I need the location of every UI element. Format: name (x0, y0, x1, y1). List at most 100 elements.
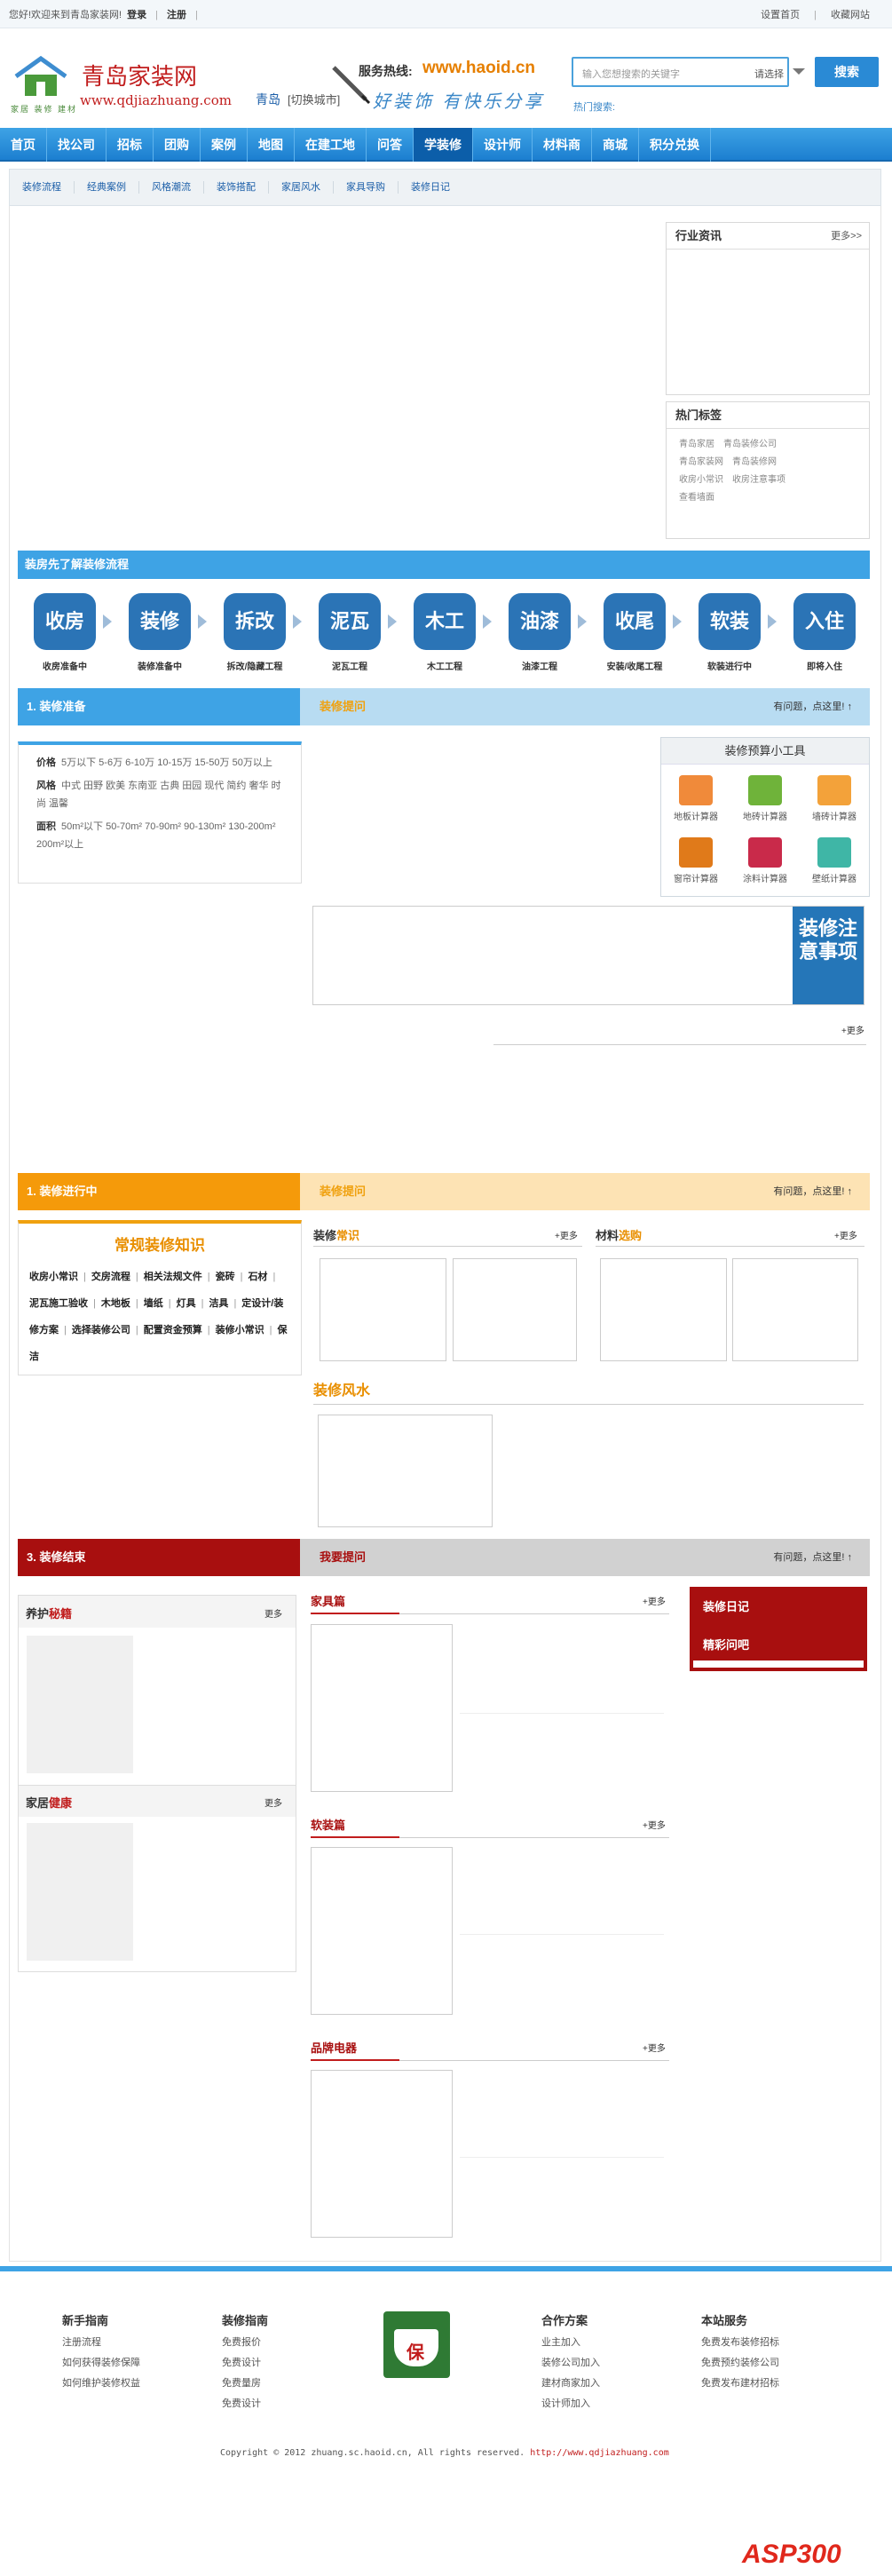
knowledge-link[interactable]: 灯具 (177, 1298, 196, 1309)
wall-tile-calculator[interactable]: 墙砖计算器 (803, 775, 865, 822)
nav-item[interactable]: 积分兑换 (639, 128, 711, 162)
knowledge-link[interactable]: 泥瓦施工验收 (29, 1298, 88, 1309)
set-home-link[interactable]: 设置首页 (761, 10, 800, 20)
knowledge-link[interactable]: 相关法规文件 (144, 1272, 202, 1282)
nav-item-active[interactable]: 学装修 (414, 128, 473, 162)
process-step-button[interactable]: 收尾 (604, 593, 666, 650)
knowledge-link[interactable]: 石材 (248, 1272, 267, 1282)
footer-link[interactable]: 建材商家加入 (541, 2374, 600, 2394)
process-step-button[interactable]: 装修 (129, 593, 191, 650)
footer-link[interactable]: 注册流程 (62, 2333, 140, 2353)
logo-title[interactable]: 青岛家装网 (82, 59, 197, 91)
tile-calculator[interactable]: 地砖计算器 (734, 775, 796, 822)
search-button[interactable]: 搜索 (815, 57, 879, 87)
ask-link-text[interactable]: 有问题，点这里! (773, 701, 844, 712)
nav-item[interactable]: 首页 (0, 128, 47, 162)
footer-link[interactable]: 免费设计 (222, 2394, 268, 2414)
knowledge-link[interactable]: 墙纸 (144, 1298, 163, 1309)
nav-item[interactable]: 问答 (367, 128, 414, 162)
subnav-item[interactable]: 装饰搭配 (204, 181, 269, 194)
nav-item[interactable]: 商城 (592, 128, 639, 162)
tag-link[interactable]: 青岛家装网 (679, 457, 723, 467)
footer-link[interactable]: 免费设计 (222, 2353, 268, 2374)
search-input[interactable]: 输入您想搜索的关键字 (582, 67, 680, 81)
nav-item[interactable]: 地图 (248, 128, 295, 162)
section3-ask-link[interactable]: 有问题，点这里! ↑ (773, 1539, 852, 1576)
nav-item[interactable]: 在建工地 (295, 128, 367, 162)
site-link[interactable]: http://www.qdjiazhuang.com (530, 2448, 669, 2458)
image-placeholder[interactable] (732, 1258, 858, 1361)
section1-ask-link[interactable]: 有问题，点这里! ↑ (773, 688, 852, 725)
footer-link[interactable]: 免费发布装修招标 (701, 2333, 779, 2353)
common-more-link[interactable]: +更多 (555, 1228, 578, 1241)
chevron-down-icon[interactable] (793, 68, 805, 75)
image-placeholder[interactable] (453, 1258, 577, 1361)
tag-link[interactable]: 查看墙面 (679, 493, 714, 503)
footer-link[interactable]: 免费报价 (222, 2333, 268, 2353)
area-options[interactable]: 50m²以下 50-70m² 70-90m² 90-130m² 130-200m… (36, 821, 275, 850)
furniture-more-link[interactable]: +更多 (643, 1594, 666, 1607)
nav-item[interactable]: 材料商 (533, 128, 592, 162)
subnav-item[interactable]: 家居风水 (269, 181, 334, 194)
house-logo-icon[interactable] (12, 55, 69, 99)
process-step-button[interactable]: 收房 (34, 593, 96, 650)
knowledge-link[interactable]: 装修小常识 (216, 1325, 264, 1336)
footer-link[interactable]: 如何维护装修权益 (62, 2374, 140, 2394)
process-step-button[interactable]: 软装 (699, 593, 761, 650)
image-placeholder[interactable] (318, 1415, 493, 1527)
nav-item[interactable]: 找公司 (47, 128, 107, 162)
subnav-item[interactable]: 经典案例 (75, 181, 139, 194)
material-more-link[interactable]: +更多 (834, 1228, 857, 1241)
nav-item[interactable]: 团购 (154, 128, 201, 162)
footer-link[interactable]: 装修公司加入 (541, 2353, 600, 2374)
nav-item[interactable]: 设计师 (473, 128, 533, 162)
curtain-calculator[interactable]: 窗帘计算器 (665, 837, 727, 884)
footer-link[interactable]: 业主加入 (541, 2333, 600, 2353)
footer-link[interactable]: 免费预约装修公司 (701, 2353, 779, 2374)
process-step-button[interactable]: 拆改 (224, 593, 286, 650)
ask-bar-link[interactable]: 精彩问吧 (703, 1636, 749, 1653)
price-options[interactable]: 5万以下 5-6万 6-10万 10-15万 15-50万 50万以上 (61, 757, 272, 768)
favorite-link[interactable]: 收藏网站 (831, 10, 870, 20)
tag-link[interactable]: 收房注意事项 (732, 475, 785, 485)
knowledge-link[interactable]: 配置资金预算 (144, 1325, 202, 1336)
process-step-button[interactable]: 泥瓦 (319, 593, 381, 650)
knowledge-link[interactable]: 交房流程 (91, 1272, 130, 1282)
search-category-select[interactable]: 请选择 (754, 67, 784, 81)
tag-link[interactable]: 收房小常识 (679, 475, 723, 485)
image-placeholder[interactable] (600, 1258, 727, 1361)
ask-link-text[interactable]: 有问题，点这里! (773, 1186, 844, 1197)
image-placeholder[interactable] (27, 1823, 133, 1961)
section2-ask-link[interactable]: 有问题，点这里! ↑ (773, 1173, 852, 1210)
register-link[interactable]: 注册 (167, 10, 186, 20)
brand-more-link[interactable]: +更多 (643, 2041, 666, 2054)
knowledge-link[interactable]: 洁具 (209, 1298, 228, 1309)
soft-more-link[interactable]: +更多 (643, 1818, 666, 1831)
news-more-link[interactable]: 更多>> (831, 223, 862, 250)
subnav-item[interactable]: 装修日记 (399, 181, 462, 194)
tag-link[interactable]: 青岛装修公司 (723, 440, 777, 449)
wallpaper-calculator[interactable]: 壁纸计算器 (803, 837, 865, 884)
image-placeholder[interactable] (311, 1847, 453, 2015)
style-options[interactable]: 中式 田野 欧美 东南亚 古典 田园 现代 简约 奢华 时尚 温馨 (36, 781, 281, 809)
process-step-button[interactable]: 油漆 (509, 593, 571, 650)
image-placeholder[interactable] (311, 2070, 453, 2238)
knowledge-link[interactable]: 木地板 (101, 1298, 130, 1309)
paint-calculator[interactable]: 涂料计算器 (734, 837, 796, 884)
floor-calculator[interactable]: 地板计算器 (665, 775, 727, 822)
login-link[interactable]: 登录 (127, 10, 146, 20)
nav-item[interactable]: 案例 (201, 128, 248, 162)
subnav-item[interactable]: 家具导购 (334, 181, 399, 194)
notice-more-link[interactable]: +更多 (841, 1023, 864, 1036)
subnav-item[interactable]: 装修流程 (10, 181, 75, 194)
process-step-button[interactable]: 木工 (414, 593, 476, 650)
tag-link[interactable]: 青岛装修网 (732, 457, 777, 467)
footer-link[interactable]: 如何获得装修保障 (62, 2353, 140, 2374)
image-placeholder[interactable] (27, 1636, 133, 1773)
diary-link[interactable]: 装修日记 (703, 1597, 749, 1614)
process-step-button[interactable]: 入住 (793, 593, 856, 650)
nav-item[interactable]: 招标 (107, 128, 154, 162)
health-more-link[interactable]: 更多 (264, 1795, 282, 1809)
footer-link[interactable]: 免费量房 (222, 2374, 268, 2394)
footer-link[interactable]: 免费发布建材招标 (701, 2374, 779, 2394)
